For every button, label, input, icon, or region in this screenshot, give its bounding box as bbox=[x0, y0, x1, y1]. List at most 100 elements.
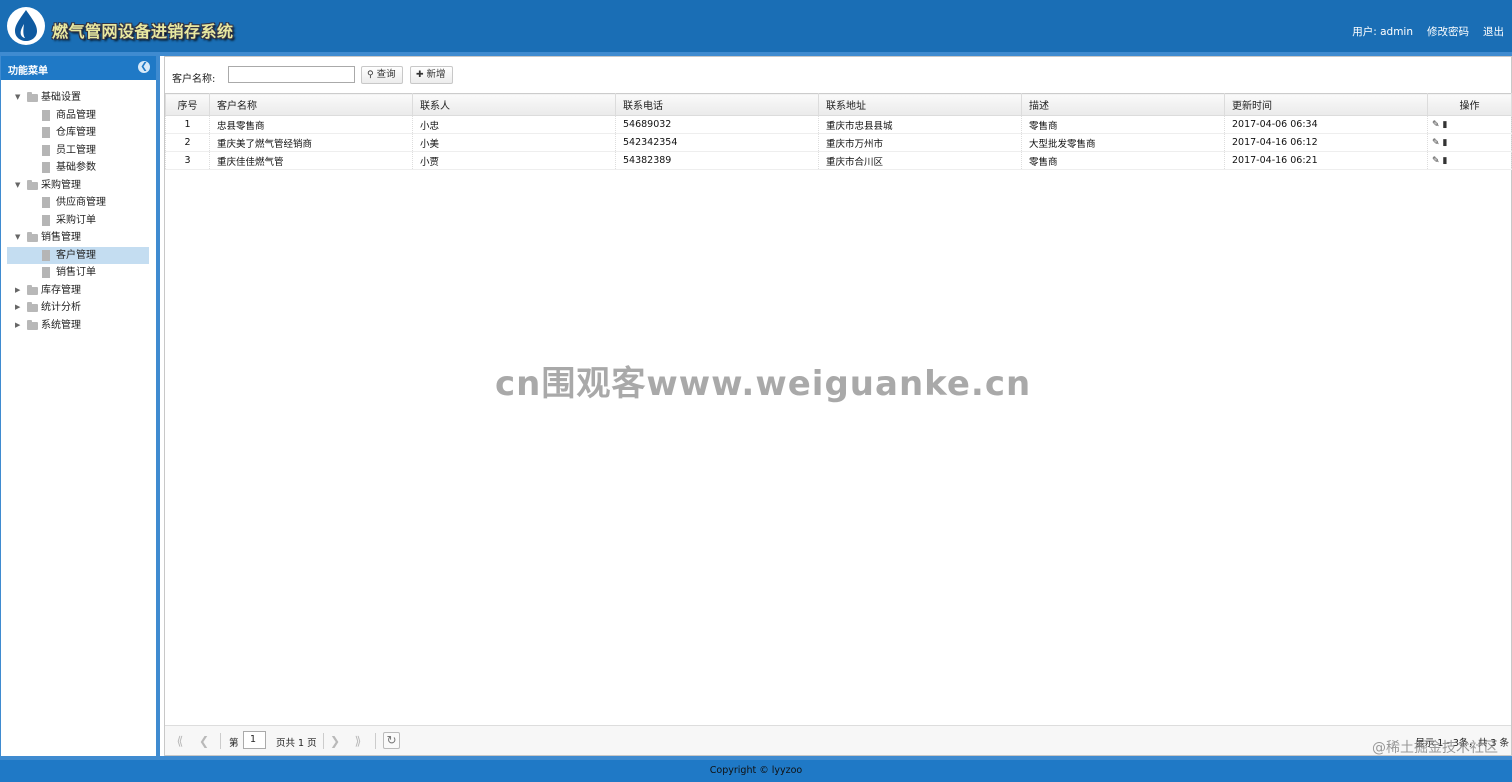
menu-item-basic-params[interactable]: 基础参数 bbox=[1, 159, 156, 177]
menu-item-label: 员工管理 bbox=[56, 144, 96, 156]
cell-updated-time: 2017-04-06 06:34 bbox=[1224, 115, 1428, 134]
search-icon: ⚲ bbox=[367, 70, 374, 80]
row-index: 2 bbox=[165, 133, 210, 152]
menu-item-purchase-order[interactable]: 采购订单 bbox=[1, 212, 156, 230]
folder-icon bbox=[27, 284, 38, 295]
user-area: 用户: admin 修改密码 退出 bbox=[1352, 24, 1504, 39]
cell-description: 大型批发零售商 bbox=[1021, 133, 1225, 152]
menu-item-supplier[interactable]: 供应商管理 bbox=[1, 194, 156, 212]
collapsed-arrow-icon[interactable]: ▶ bbox=[15, 299, 23, 317]
search-button[interactable]: ⚲ 查询 bbox=[361, 66, 403, 84]
collapse-sidebar-icon[interactable]: ❮ bbox=[138, 61, 150, 73]
cell-actions: ✎ ▮ bbox=[1427, 133, 1512, 152]
pager-divider bbox=[220, 733, 221, 749]
document-icon bbox=[42, 109, 50, 121]
menu-item-sales-order[interactable]: 销售订单 bbox=[1, 264, 156, 282]
pagination-bar: ⟪ ❮ 第 1 页共 1 页 ❯ ⟫ ↻ 显示 1 - 3条，共 3 条 bbox=[165, 725, 1511, 755]
plus-icon: ✚ bbox=[416, 70, 424, 80]
folder-icon bbox=[27, 92, 38, 102]
last-page-icon[interactable]: ⟫ bbox=[350, 733, 366, 749]
next-page-icon[interactable]: ❯ bbox=[327, 733, 343, 749]
cell-address: 重庆市合川区 bbox=[818, 151, 1022, 170]
column-header[interactable]: 联系人 bbox=[412, 93, 616, 116]
edit-icon[interactable]: ✎ bbox=[1432, 120, 1440, 130]
column-header[interactable]: 联系电话 bbox=[615, 93, 819, 116]
menu-item-customer[interactable]: 客户管理 bbox=[7, 246, 149, 264]
table-row[interactable]: 1 忠县零售商 小忠 54689032 重庆市忠县县城 零售商 2017-04-… bbox=[165, 115, 1512, 134]
row-index: 3 bbox=[165, 151, 210, 170]
document-icon bbox=[42, 162, 50, 173]
customer-name-label: 客户名称: bbox=[172, 74, 216, 85]
column-header[interactable]: 客户名称 bbox=[209, 93, 413, 116]
corner-watermark: @稀土掘金技术社区 bbox=[1372, 740, 1498, 756]
sidebar-header: 功能菜单 ❮ bbox=[1, 56, 156, 80]
collapsed-arrow-icon[interactable]: ▶ bbox=[15, 282, 23, 300]
sidebar: 功能菜单 ❮ ▼ 基础设置 商品管理 仓库管理 员工管理 基础参数 ▼ 采购管理… bbox=[0, 56, 160, 756]
collapsed-arrow-icon[interactable]: ▶ bbox=[15, 317, 23, 335]
menu-item-label: 供应商管理 bbox=[56, 197, 106, 208]
cell-phone: 542342354 bbox=[615, 133, 819, 152]
menu-tree: ▼ 基础设置 商品管理 仓库管理 员工管理 基础参数 ▼ 采购管理 供应商管理 … bbox=[1, 80, 156, 334]
table-row[interactable]: 2 重庆美了燃气管经销商 小美 542342354 重庆市万州市 大型批发零售商… bbox=[165, 133, 1512, 152]
menu-group-label: 采购管理 bbox=[41, 179, 81, 191]
current-user: 用户: admin bbox=[1352, 26, 1413, 38]
menu-item-label: 商品管理 bbox=[56, 109, 96, 121]
delete-icon[interactable]: ▮ bbox=[1443, 156, 1448, 166]
expanded-arrow-icon[interactable]: ▼ bbox=[15, 89, 23, 107]
search-toolbar: 客户名称: ⚲ 查询 ✚ 新增 bbox=[165, 57, 1511, 93]
change-password-link[interactable]: 修改密码 bbox=[1427, 24, 1469, 39]
pager-divider bbox=[375, 733, 376, 749]
add-button[interactable]: ✚ 新增 bbox=[410, 66, 453, 84]
pager-divider bbox=[323, 733, 324, 749]
edit-icon[interactable]: ✎ bbox=[1432, 138, 1440, 148]
site-watermark: cn围观客www.weiguanke.cn bbox=[495, 364, 1032, 404]
menu-group-label: 系统管理 bbox=[41, 319, 81, 331]
prev-page-icon[interactable]: ❮ bbox=[196, 733, 212, 749]
menu-group-system[interactable]: ▶ 系统管理 bbox=[1, 317, 156, 335]
document-icon bbox=[42, 214, 50, 226]
column-header[interactable]: 描述 bbox=[1021, 93, 1225, 116]
folder-icon bbox=[27, 319, 38, 330]
menu-item-warehouse[interactable]: 仓库管理 bbox=[1, 124, 156, 142]
folder-icon bbox=[27, 232, 38, 242]
menu-item-goods[interactable]: 商品管理 bbox=[1, 107, 156, 125]
table-header-row: 序号 客户名称 联系人 联系电话 联系地址 描述 更新时间 操作 bbox=[165, 93, 1512, 116]
edit-icon[interactable]: ✎ bbox=[1432, 156, 1440, 166]
cell-updated-time: 2017-04-16 06:21 bbox=[1224, 151, 1428, 170]
cell-phone: 54689032 bbox=[615, 115, 819, 134]
document-icon bbox=[42, 267, 50, 278]
cell-customer-name: 重庆佳佳燃气管 bbox=[209, 151, 413, 170]
cell-actions: ✎ ▮ bbox=[1427, 151, 1512, 170]
page-total: 页共 1 页 bbox=[276, 738, 317, 749]
column-header[interactable]: 更新时间 bbox=[1224, 93, 1428, 116]
menu-group-inventory[interactable]: ▶ 库存管理 bbox=[1, 282, 156, 300]
customer-table: 序号 客户名称 联系人 联系电话 联系地址 描述 更新时间 操作 1 忠县零售商… bbox=[165, 93, 1512, 170]
row-index: 1 bbox=[165, 115, 210, 134]
table-row[interactable]: 3 重庆佳佳燃气管 小贾 54382389 重庆市合川区 零售商 2017-04… bbox=[165, 151, 1512, 170]
page-number-input[interactable]: 1 bbox=[243, 731, 266, 749]
delete-icon[interactable]: ▮ bbox=[1443, 120, 1448, 130]
menu-group-label: 统计分析 bbox=[41, 302, 81, 313]
logout-link[interactable]: 退出 bbox=[1483, 24, 1504, 39]
menu-group-statistics[interactable]: ▶ 统计分析 bbox=[1, 299, 156, 317]
cell-phone: 54382389 bbox=[615, 151, 819, 170]
first-page-icon[interactable]: ⟪ bbox=[172, 733, 188, 749]
document-icon bbox=[42, 127, 50, 138]
menu-group-purchase[interactable]: ▼ 采购管理 bbox=[1, 177, 156, 195]
menu-group-basic-settings[interactable]: ▼ 基础设置 bbox=[1, 89, 156, 107]
menu-item-employee[interactable]: 员工管理 bbox=[1, 142, 156, 160]
cell-customer-name: 重庆美了燃气管经销商 bbox=[209, 133, 413, 152]
app-title: 燃气管网设备进销存系统 bbox=[52, 22, 234, 41]
menu-group-sales[interactable]: ▼ 销售管理 bbox=[1, 229, 156, 247]
delete-icon[interactable]: ▮ bbox=[1443, 138, 1448, 148]
column-header[interactable]: 序号 bbox=[165, 93, 210, 116]
document-icon bbox=[42, 249, 50, 261]
expanded-arrow-icon[interactable]: ▼ bbox=[15, 177, 23, 195]
menu-group-label: 基础设置 bbox=[41, 92, 81, 103]
column-header[interactable]: 联系地址 bbox=[818, 93, 1022, 116]
menu-group-label: 库存管理 bbox=[41, 284, 81, 296]
customer-name-input[interactable] bbox=[228, 66, 355, 83]
expanded-arrow-icon[interactable]: ▼ bbox=[15, 229, 23, 247]
gas-drop-logo-icon bbox=[7, 7, 45, 45]
refresh-icon[interactable]: ↻ bbox=[383, 732, 400, 749]
